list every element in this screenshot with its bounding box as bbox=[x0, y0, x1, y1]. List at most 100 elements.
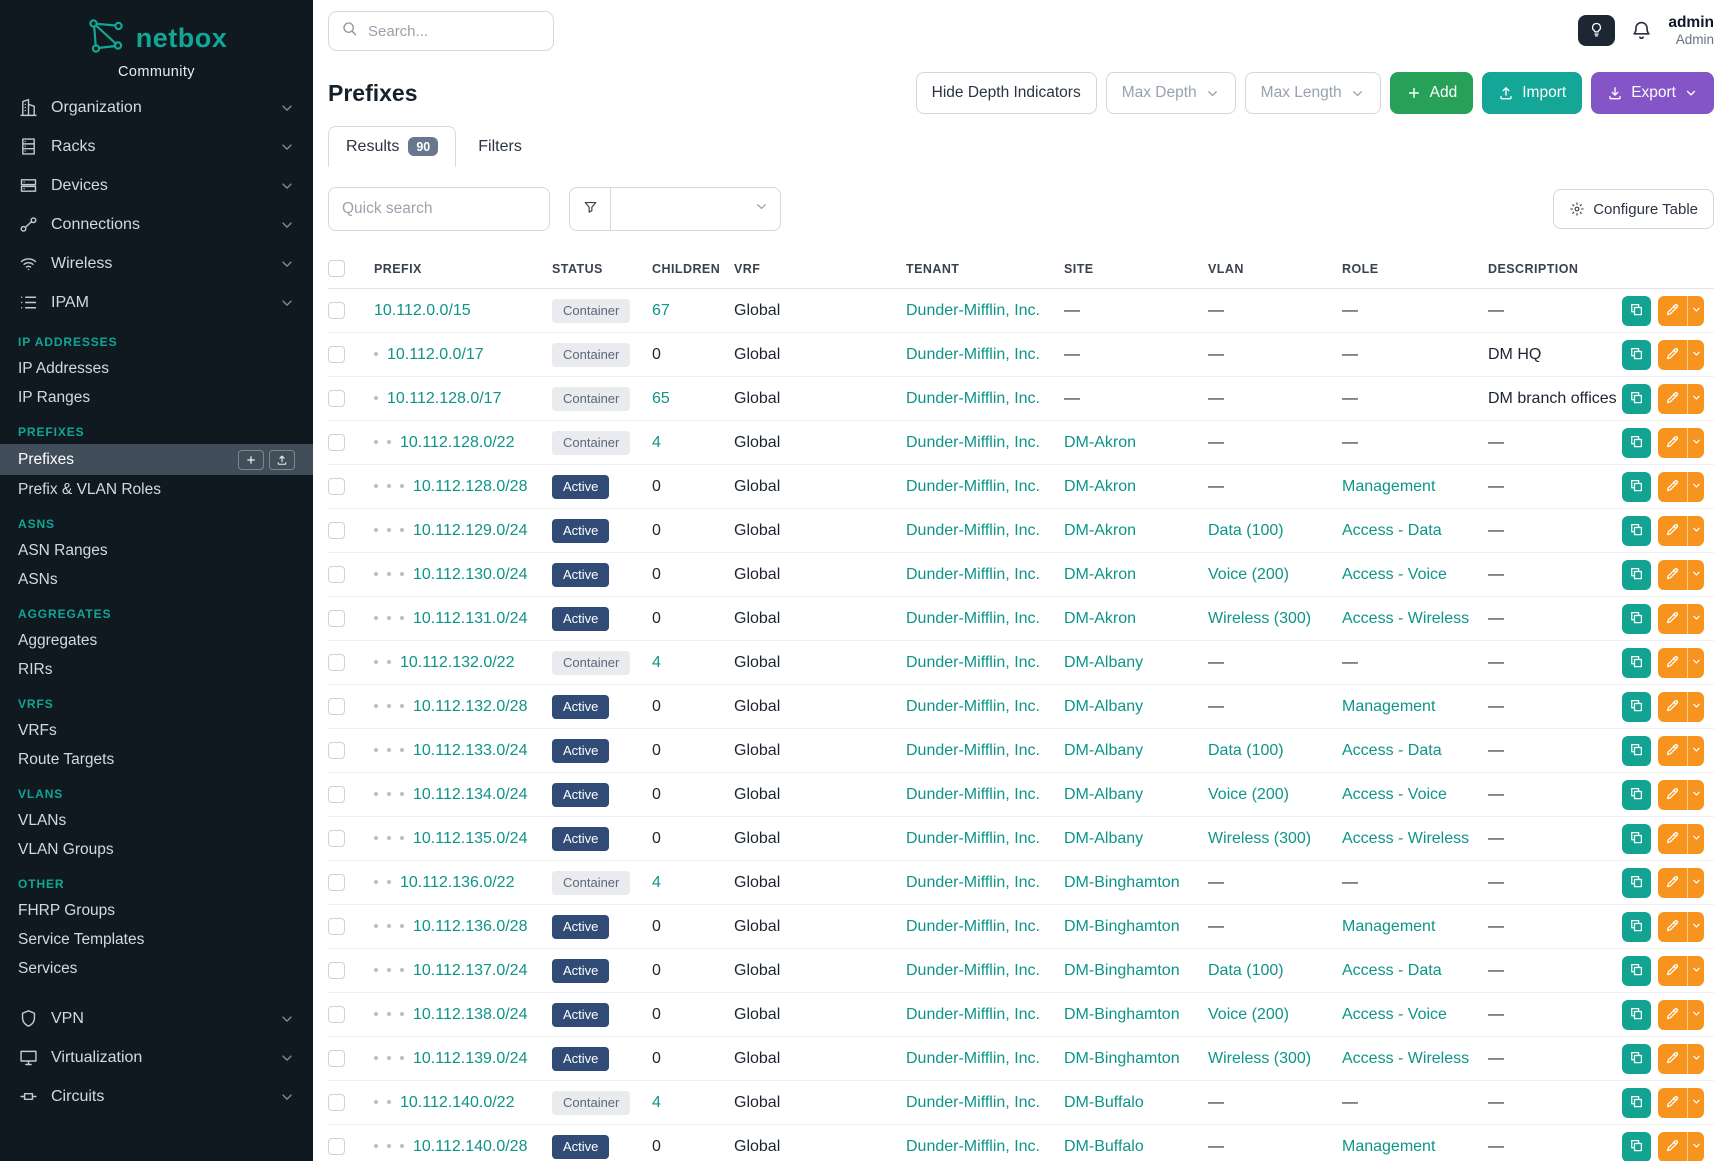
sidebar-item-prefixes[interactable]: Prefixes bbox=[0, 444, 313, 475]
edit-dropdown-caret[interactable] bbox=[1687, 384, 1704, 414]
site-link[interactable]: DM-Binghamton bbox=[1064, 918, 1180, 935]
edit-button[interactable] bbox=[1658, 296, 1687, 326]
column-header-vrf[interactable]: VRF bbox=[734, 249, 906, 289]
edit-dropdown-caret[interactable] bbox=[1687, 692, 1704, 722]
edit-button[interactable] bbox=[1658, 648, 1687, 678]
prefix-link[interactable]: 10.112.132.0/28 bbox=[413, 698, 527, 715]
row-checkbox[interactable] bbox=[328, 522, 345, 539]
site-link[interactable]: DM-Binghamton bbox=[1064, 874, 1180, 891]
tenant-link[interactable]: Dunder-Mifflin, Inc. bbox=[906, 1050, 1040, 1067]
column-header-description[interactable]: DESCRIPTION bbox=[1488, 249, 1622, 289]
children-link[interactable]: 4 bbox=[652, 654, 661, 671]
sidebar-item-rirs[interactable]: RIRs bbox=[0, 655, 313, 684]
row-checkbox[interactable] bbox=[328, 1094, 345, 1111]
clone-button[interactable] bbox=[1622, 648, 1651, 678]
row-checkbox[interactable] bbox=[328, 346, 345, 363]
notifications-bell-icon[interactable] bbox=[1630, 19, 1653, 42]
quick-import-button[interactable] bbox=[269, 450, 295, 470]
edit-button[interactable] bbox=[1658, 1088, 1687, 1118]
row-checkbox[interactable] bbox=[328, 962, 345, 979]
row-checkbox[interactable] bbox=[328, 654, 345, 671]
sidebar-item-vlans[interactable]: VLANs bbox=[0, 806, 313, 835]
row-checkbox[interactable] bbox=[328, 830, 345, 847]
select-all-checkbox[interactable] bbox=[328, 260, 345, 277]
column-header-children[interactable]: CHILDREN bbox=[652, 249, 734, 289]
clone-button[interactable] bbox=[1622, 1088, 1651, 1118]
vlan-link[interactable]: Wireless (300) bbox=[1208, 610, 1311, 627]
global-search[interactable] bbox=[328, 11, 554, 51]
tenant-link[interactable]: Dunder-Mifflin, Inc. bbox=[906, 302, 1040, 319]
prefix-link[interactable]: 10.112.136.0/28 bbox=[413, 918, 527, 935]
max-length-dropdown[interactable]: Max Length bbox=[1245, 72, 1381, 114]
children-link[interactable]: 4 bbox=[652, 434, 661, 451]
edit-dropdown-caret[interactable] bbox=[1687, 1132, 1704, 1161]
row-checkbox[interactable] bbox=[328, 1006, 345, 1023]
clone-button[interactable] bbox=[1622, 1132, 1651, 1161]
prefix-link[interactable]: 10.112.133.0/24 bbox=[413, 742, 527, 759]
sidebar-item-asns[interactable]: ASNs bbox=[0, 565, 313, 594]
tenant-link[interactable]: Dunder-Mifflin, Inc. bbox=[906, 346, 1040, 363]
edit-dropdown-caret[interactable] bbox=[1687, 428, 1704, 458]
sidebar-item-circuits[interactable]: Circuits bbox=[0, 1077, 313, 1116]
children-link[interactable]: 4 bbox=[652, 874, 661, 891]
column-header-vlan[interactable]: VLAN bbox=[1208, 249, 1342, 289]
tab-filters[interactable]: Filters bbox=[460, 126, 540, 167]
sidebar-item-ip-addresses[interactable]: IP Addresses bbox=[0, 354, 313, 383]
vlan-link[interactable]: Data (100) bbox=[1208, 742, 1284, 759]
site-link[interactable]: DM-Akron bbox=[1064, 610, 1136, 627]
edit-dropdown-caret[interactable] bbox=[1687, 780, 1704, 810]
edit-dropdown-caret[interactable] bbox=[1687, 648, 1704, 678]
sidebar-item-wireless[interactable]: Wireless bbox=[0, 244, 313, 283]
prefix-link[interactable]: 10.112.129.0/24 bbox=[413, 522, 527, 539]
children-link[interactable]: 4 bbox=[652, 1094, 661, 1111]
tenant-link[interactable]: Dunder-Mifflin, Inc. bbox=[906, 830, 1040, 847]
tenant-link[interactable]: Dunder-Mifflin, Inc. bbox=[906, 874, 1040, 891]
vlan-link[interactable]: Data (100) bbox=[1208, 962, 1284, 979]
prefix-link[interactable]: 10.112.0.0/15 bbox=[374, 302, 471, 319]
column-header-status[interactable]: STATUS bbox=[552, 249, 652, 289]
prefix-link[interactable]: 10.112.128.0/22 bbox=[400, 434, 514, 451]
prefix-link[interactable]: 10.112.134.0/24 bbox=[413, 786, 527, 803]
clone-button[interactable] bbox=[1622, 384, 1651, 414]
edit-button[interactable] bbox=[1658, 472, 1687, 502]
row-checkbox[interactable] bbox=[328, 742, 345, 759]
site-link[interactable]: DM-Buffalo bbox=[1064, 1138, 1144, 1155]
hide-depth-indicators-button[interactable]: Hide Depth Indicators bbox=[916, 72, 1097, 114]
user-menu[interactable]: admin Admin bbox=[1668, 14, 1714, 48]
sidebar-item-fhrp-groups[interactable]: FHRP Groups bbox=[0, 896, 313, 925]
clone-button[interactable] bbox=[1622, 560, 1651, 590]
clone-button[interactable] bbox=[1622, 780, 1651, 810]
clone-button[interactable] bbox=[1622, 296, 1651, 326]
site-link[interactable]: DM-Albany bbox=[1064, 786, 1143, 803]
site-link[interactable]: DM-Binghamton bbox=[1064, 1050, 1180, 1067]
role-link[interactable]: Access - Wireless bbox=[1342, 1050, 1469, 1067]
site-link[interactable]: DM-Albany bbox=[1064, 742, 1143, 759]
clone-button[interactable] bbox=[1622, 604, 1651, 634]
site-link[interactable]: DM-Akron bbox=[1064, 566, 1136, 583]
vlan-link[interactable]: Wireless (300) bbox=[1208, 830, 1311, 847]
edit-button[interactable] bbox=[1658, 868, 1687, 898]
edit-dropdown-caret[interactable] bbox=[1687, 1088, 1704, 1118]
row-checkbox[interactable] bbox=[328, 610, 345, 627]
edit-dropdown-caret[interactable] bbox=[1687, 868, 1704, 898]
edit-dropdown-caret[interactable] bbox=[1687, 340, 1704, 370]
role-link[interactable]: Access - Wireless bbox=[1342, 830, 1469, 847]
edit-button[interactable] bbox=[1658, 384, 1687, 414]
sidebar-item-route-targets[interactable]: Route Targets bbox=[0, 745, 313, 774]
role-link[interactable]: Management bbox=[1342, 1138, 1435, 1155]
edit-button[interactable] bbox=[1658, 1132, 1687, 1161]
edit-dropdown-caret[interactable] bbox=[1687, 296, 1704, 326]
sidebar-item-organization[interactable]: Organization bbox=[0, 88, 313, 127]
prefix-link[interactable]: 10.112.135.0/24 bbox=[413, 830, 527, 847]
sidebar-item-prefix-vlan-roles[interactable]: Prefix & VLAN Roles bbox=[0, 475, 313, 504]
edit-dropdown-caret[interactable] bbox=[1687, 956, 1704, 986]
clone-button[interactable] bbox=[1622, 868, 1651, 898]
vlan-link[interactable]: Voice (200) bbox=[1208, 1006, 1289, 1023]
vlan-link[interactable]: Voice (200) bbox=[1208, 786, 1289, 803]
site-link[interactable]: DM-Akron bbox=[1064, 478, 1136, 495]
row-checkbox[interactable] bbox=[328, 566, 345, 583]
clone-button[interactable] bbox=[1622, 340, 1651, 370]
edit-button[interactable] bbox=[1658, 736, 1687, 766]
sidebar-item-asn-ranges[interactable]: ASN Ranges bbox=[0, 536, 313, 565]
prefix-link[interactable]: 10.112.137.0/24 bbox=[413, 962, 527, 979]
